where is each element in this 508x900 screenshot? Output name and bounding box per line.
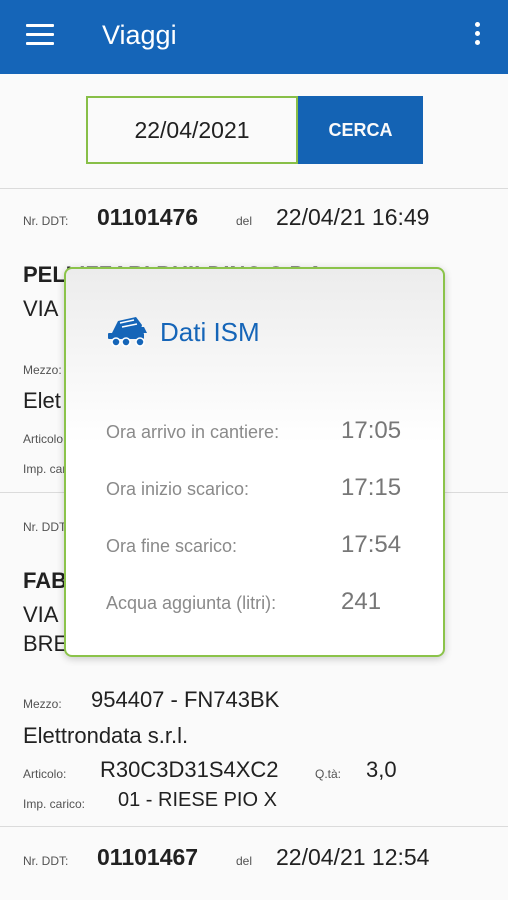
dialog-title: Dati ISM	[160, 317, 260, 347]
page-title: Viaggi	[102, 20, 177, 50]
app-bar: Viaggi	[0, 0, 508, 74]
water-added-label: Acqua aggiunta (litri):	[106, 593, 277, 613]
arrival-time-value: 17:05	[341, 417, 402, 444]
menu-icon[interactable]	[26, 24, 54, 46]
concrete-mixer-truck-icon	[108, 317, 147, 347]
more-vert-icon[interactable]	[470, 22, 484, 50]
unload-start-label: Ora inizio scarico:	[106, 479, 250, 499]
ism-dialog: Dati ISM Ora arrivo in cantiere: 17:05 O…	[64, 267, 445, 657]
unload-start-value: 17:15	[341, 474, 402, 501]
unload-end-label: Ora fine scarico:	[106, 536, 238, 556]
arrival-time-label: Ora arrivo in cantiere:	[106, 422, 280, 442]
water-added-value: 241	[341, 588, 382, 615]
unload-end-value: 17:54	[341, 531, 402, 558]
